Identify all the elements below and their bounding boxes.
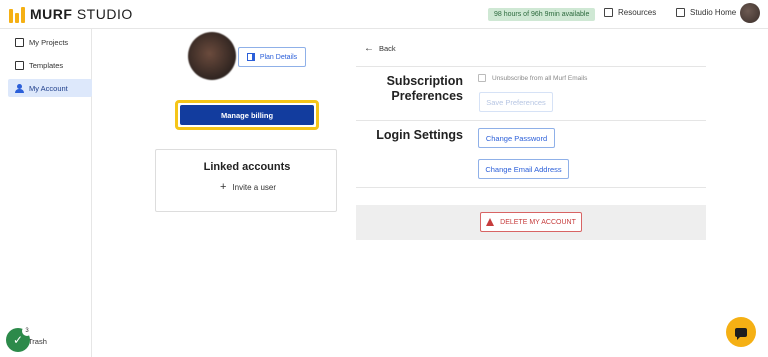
linked-accounts-title: Linked accounts bbox=[203, 161, 291, 173]
chat-icon bbox=[735, 327, 747, 340]
unsubscribe-checkbox-row[interactable]: Unsubscribe from all Murf Emails bbox=[478, 74, 587, 82]
logo-text: MURF STUDIO bbox=[30, 6, 133, 22]
profile-avatar bbox=[188, 32, 236, 80]
subscription-title-line2: Preferences bbox=[391, 89, 463, 103]
warning-icon bbox=[486, 218, 495, 226]
sidebar-item-my-account[interactable]: My Account bbox=[8, 79, 92, 97]
templates-icon bbox=[15, 60, 24, 70]
plan-details-button[interactable]: Plan Details bbox=[238, 47, 306, 67]
resources-icon bbox=[604, 8, 613, 17]
change-email-button[interactable]: Change Email Address bbox=[478, 159, 569, 179]
login-settings-title: Login Settings bbox=[376, 128, 463, 142]
sidebar: My Projects Templates My Account bbox=[0, 29, 92, 357]
studio-home-link[interactable]: Studio Home bbox=[676, 8, 736, 17]
divider bbox=[356, 66, 706, 67]
check-icon: ✓ bbox=[12, 333, 24, 347]
invite-user-label: Invite a user bbox=[232, 182, 277, 192]
sidebar-item-label: Templates bbox=[29, 60, 64, 70]
subscription-title-line1: Subscription bbox=[386, 74, 463, 88]
arrow-left-icon: ← bbox=[364, 43, 374, 54]
resources-label: Resources bbox=[618, 8, 657, 17]
chat-support-button[interactable] bbox=[726, 317, 756, 347]
sidebar-item-label: My Projects bbox=[29, 37, 69, 47]
danger-zone: DELETE MY ACCOUNT bbox=[356, 205, 706, 240]
hours-available-badge: 98 hours of 96h 9min available bbox=[488, 8, 596, 21]
murf-logo[interactable]: MURF STUDIO bbox=[9, 5, 133, 23]
sidebar-item-trash[interactable]: Trash bbox=[28, 337, 47, 346]
back-label: Back bbox=[379, 44, 396, 53]
murf-logo-icon bbox=[9, 5, 25, 23]
resources-link[interactable]: Resources bbox=[604, 8, 656, 17]
change-password-button[interactable]: Change Password bbox=[478, 128, 555, 148]
linked-accounts-card: Linked accounts + Invite a user bbox=[155, 149, 337, 212]
back-button[interactable]: ← Back bbox=[364, 43, 396, 54]
task-count-badge: 3 bbox=[22, 326, 32, 336]
sidebar-item-templates[interactable]: Templates bbox=[8, 56, 92, 74]
plan-icon bbox=[246, 53, 255, 61]
sidebar-item-my-projects[interactable]: My Projects bbox=[8, 33, 92, 51]
unsubscribe-label: Unsubscribe from all Murf Emails bbox=[492, 74, 588, 82]
plan-details-label: Plan Details bbox=[259, 53, 298, 61]
delete-account-label: DELETE MY ACCOUNT bbox=[500, 218, 576, 226]
projects-icon bbox=[15, 37, 24, 47]
studio-home-label: Studio Home bbox=[690, 8, 737, 17]
save-preferences-button[interactable]: Save Preferences bbox=[479, 92, 553, 112]
sidebar-item-label: My Account bbox=[29, 83, 68, 93]
divider bbox=[356, 187, 706, 188]
subscription-preferences-title: Subscription Preferences bbox=[370, 74, 463, 104]
studio-home-icon bbox=[676, 8, 685, 17]
plus-icon: + bbox=[220, 181, 227, 193]
invite-user-button[interactable]: + Invite a user bbox=[220, 181, 276, 193]
delete-account-button[interactable]: DELETE MY ACCOUNT bbox=[480, 212, 582, 232]
manage-billing-button[interactable]: Manage billing bbox=[180, 105, 314, 125]
divider bbox=[356, 120, 706, 121]
manage-billing-highlight: Manage billing bbox=[175, 100, 319, 130]
top-bar: MURF STUDIO 98 hours of 96h 9min availab… bbox=[0, 0, 768, 29]
user-avatar[interactable] bbox=[740, 3, 760, 23]
user-icon bbox=[15, 83, 24, 93]
unsubscribe-checkbox[interactable] bbox=[478, 74, 486, 82]
